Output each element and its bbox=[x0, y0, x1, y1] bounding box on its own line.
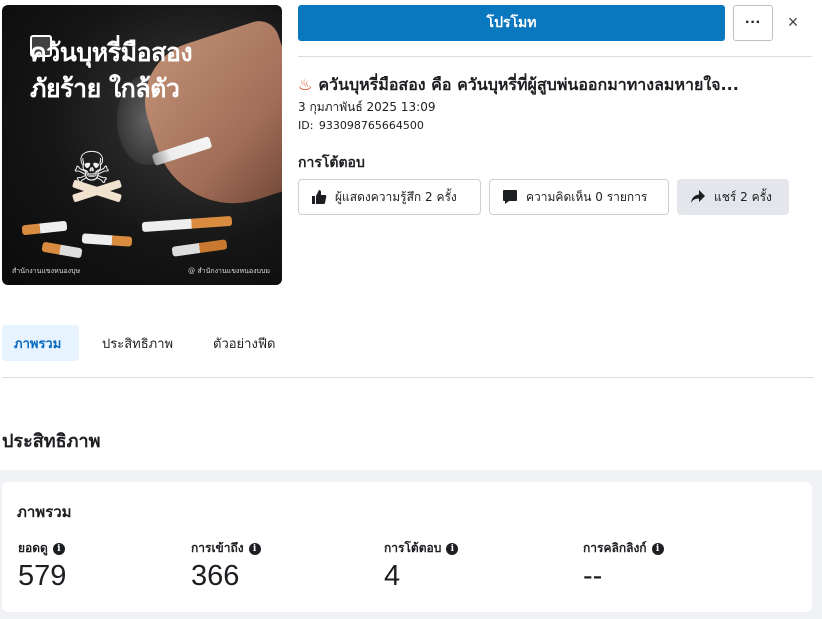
overview-card-title: ภาพรวม bbox=[17, 503, 72, 521]
metric-link-clicks-label-text: การคลิกลิงก์ bbox=[583, 541, 647, 555]
thumbnail-footer-left: สำนักงานแขงหนองบุษ bbox=[12, 267, 81, 275]
post-id: ID: 933098765664500 bbox=[298, 119, 424, 132]
post-insights-panel: ควันบุหรี่มือสอง ภัยร้าย ใกล้ตัว ☠ สำนัก… bbox=[0, 0, 822, 619]
comments-label: ความคิดเห็น 0 รายการ bbox=[526, 189, 648, 204]
share-icon bbox=[691, 190, 705, 203]
shares-button[interactable]: แชร์ 2 ครั้ง bbox=[677, 179, 789, 215]
info-icon[interactable]: i bbox=[248, 542, 261, 555]
thumbnail-headline-line2: ภัยร้าย ใกล้ตัว bbox=[30, 74, 180, 103]
thumbnail-headline: ควันบุหรี่มือสอง ภัยร้าย ใกล้ตัว bbox=[30, 35, 193, 107]
cigarette-butts-graphic bbox=[2, 215, 282, 267]
more-icon[interactable]: ··· bbox=[733, 5, 773, 41]
post-title[interactable]: ♨ ควันบุหรี่มือสอง คือ ควันบุหรี่ที่ผู้สู… bbox=[298, 73, 816, 98]
reactions-button[interactable]: ผู้แสดงความรู้สึก 2 ครั้ง bbox=[298, 179, 481, 215]
fire-icon: ♨ bbox=[298, 75, 313, 94]
info-icon[interactable]: i bbox=[446, 542, 459, 555]
thumbs-up-icon bbox=[312, 190, 327, 204]
metric-engagement-value: 4 bbox=[384, 560, 401, 592]
metric-views-value: 579 bbox=[18, 560, 67, 592]
comments-button[interactable]: ความคิดเห็น 0 รายการ bbox=[489, 179, 669, 215]
post-thumbnail[interactable]: ควันบุหรี่มือสอง ภัยร้าย ใกล้ตัว ☠ สำนัก… bbox=[2, 5, 282, 285]
close-icon[interactable]: × bbox=[782, 11, 804, 33]
thumbnail-headline-line1: ควันบุหรี่มือสอง bbox=[30, 38, 193, 67]
post-id-label: ID: bbox=[298, 119, 314, 132]
metric-link-clicks-value: -- bbox=[583, 560, 603, 592]
metric-link-clicks-label: การคลิกลิงก์ i bbox=[583, 539, 664, 558]
metric-engagement-label-text: การโต้ตอบ bbox=[384, 541, 442, 555]
info-icon[interactable]: i bbox=[52, 542, 65, 555]
reactions-label: ผู้แสดงความรู้สึก 2 ครั้ง bbox=[335, 189, 457, 204]
tab-performance[interactable]: ประสิทธิภาพ bbox=[90, 325, 185, 361]
promote-button[interactable]: โปรโมท bbox=[298, 5, 725, 41]
metric-engagement-label: การโต้ตอบ i bbox=[384, 539, 459, 558]
post-date: 3 กุมภาพันธ์ 2025 13:09 bbox=[298, 100, 436, 114]
metric-reach-value: 366 bbox=[191, 560, 240, 592]
metric-reach-label-text: การเข้าถึง bbox=[191, 541, 244, 555]
shares-label: แชร์ 2 ครั้ง bbox=[714, 189, 772, 204]
tab-overview[interactable]: ภาพรวม bbox=[2, 325, 79, 361]
metric-reach-label: การเข้าถึง i bbox=[191, 539, 261, 558]
post-id-value: 933098765664500 bbox=[318, 119, 424, 132]
comment-icon bbox=[503, 190, 517, 204]
tabs-divider bbox=[2, 377, 814, 378]
metric-views-label: ยอดดู i bbox=[18, 539, 65, 558]
performance-heading: ประสิทธิภาพ bbox=[2, 431, 101, 452]
tab-feed-preview[interactable]: ตัวอย่างฟีด bbox=[201, 325, 287, 361]
engagement-heading: การโต้ตอบ bbox=[298, 155, 365, 171]
divider bbox=[298, 56, 812, 57]
post-title-text: ควันบุหรี่มือสอง คือ ควันบุหรี่ที่ผู้สูบ… bbox=[318, 75, 739, 94]
info-icon[interactable]: i bbox=[651, 542, 664, 555]
thumbnail-footer-right: @ สำนักงานแขงหนองบบม bbox=[188, 267, 270, 275]
metric-views-label-text: ยอดดู bbox=[18, 541, 48, 555]
